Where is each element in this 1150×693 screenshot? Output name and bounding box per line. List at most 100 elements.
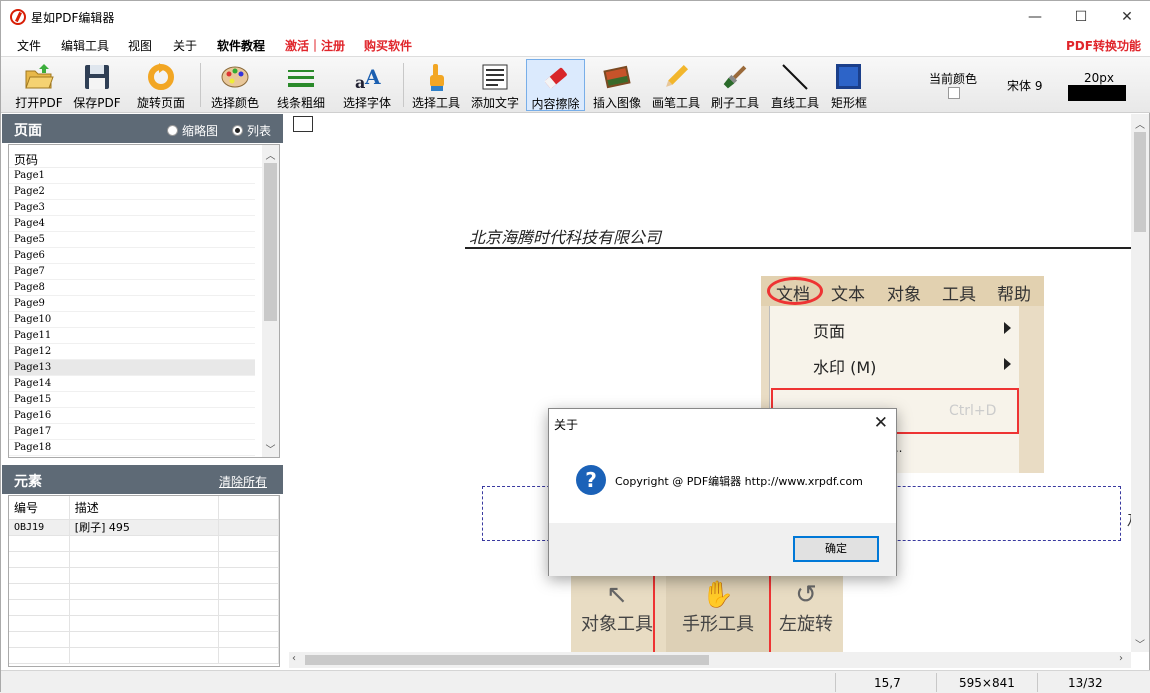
menu-buy[interactable]: 购买软件	[364, 37, 412, 54]
page-list-item[interactable]: Page16	[9, 408, 255, 424]
pointer-hand-icon	[430, 64, 444, 91]
line-width-button[interactable]: 线条粗细	[273, 59, 329, 111]
embedded-tools-screenshot[interactable]: ↖ 对象工具 ✋ 手形工具 ↺ 左旋转	[571, 574, 843, 652]
line-tool-button[interactable]: 直线工具	[768, 59, 822, 111]
shot-menu-help: 帮助	[997, 285, 1031, 305]
page-list-item[interactable]: Page11	[9, 328, 255, 344]
table-cell-empty	[9, 600, 70, 615]
table-row[interactable]: OBJ19 [刷子] 495	[9, 520, 279, 536]
scroll-left-icon[interactable]: ‹	[292, 653, 296, 664]
scroll-right-icon[interactable]: ›	[1119, 653, 1123, 664]
table-cell-empty	[219, 552, 279, 567]
menu-pdf-convert[interactable]: PDF转换功能	[1066, 37, 1141, 54]
element-extra	[219, 520, 279, 535]
scroll-down-icon[interactable]: ﹀	[1135, 636, 1145, 651]
rectangle-tool-label: 矩形框	[830, 96, 867, 110]
shot-item-page: 页面	[813, 322, 846, 341]
page-list-item[interactable]: Page4	[9, 216, 255, 232]
menu-view[interactable]: 视图	[128, 37, 152, 54]
list-radio[interactable]: 列表	[232, 122, 271, 139]
maximize-button[interactable]: ☐	[1058, 1, 1104, 33]
clear-all-link[interactable]: 清除所有	[219, 473, 267, 490]
status-separator	[936, 673, 937, 692]
rectangle-tool-button[interactable]: 矩形框	[827, 59, 871, 111]
current-color-swatch[interactable]	[948, 87, 960, 99]
shot-menu-text: 文本	[831, 285, 865, 305]
column-desc[interactable]: 描述	[70, 496, 220, 519]
page-list-item[interactable]: Page1	[9, 168, 255, 184]
select-font-button[interactable]: aA 选择字体	[339, 59, 395, 111]
page-list-item[interactable]: Page5	[9, 232, 255, 248]
scroll-down-icon[interactable]: ﹀	[262, 441, 279, 457]
radio-checked-icon	[232, 125, 243, 136]
select-tool-button[interactable]: 选择工具	[408, 59, 464, 111]
page-list-item[interactable]: Page7	[9, 264, 255, 280]
shot-hand-tool: ✋ 手形工具	[666, 574, 770, 652]
image-icon	[603, 65, 631, 89]
page-list-item[interactable]: Page6	[9, 248, 255, 264]
question-icon: ?	[576, 465, 606, 495]
insert-image-button[interactable]: 插入图像	[589, 59, 645, 111]
scroll-up-icon[interactable]: ︿	[1135, 116, 1145, 131]
scroll-up-icon[interactable]: ︿	[262, 147, 279, 163]
page-list-item[interactable]: Page14	[9, 376, 255, 392]
erase-content-button[interactable]: 内容擦除	[526, 59, 585, 111]
minimize-button[interactable]: —	[1012, 1, 1058, 33]
save-pdf-button[interactable]: 保存PDF	[71, 59, 123, 111]
close-button[interactable]: ✕	[1104, 1, 1150, 33]
page-list-item[interactable]: Page17	[9, 424, 255, 440]
brush-tool-button[interactable]: 刷子工具	[708, 59, 762, 111]
hand-icon: ✋	[701, 580, 735, 610]
page-list-item[interactable]: Page3	[9, 200, 255, 216]
company-name-text[interactable]: 北京海腾时代科技有限公司	[469, 224, 661, 248]
rotate-left-icon: ↺	[795, 580, 817, 610]
list-radio-label: 列表	[247, 124, 272, 138]
select-color-button[interactable]: 选择颜色	[207, 59, 263, 111]
menu-activate[interactable]: 激活｜注册	[285, 37, 345, 54]
table-cell-empty	[219, 568, 279, 583]
open-pdf-button[interactable]: 打开PDF	[13, 59, 65, 111]
page-list-item[interactable]: Page2	[9, 184, 255, 200]
save-pdf-label: 保存PDF	[73, 96, 121, 110]
menu-file[interactable]: 文件	[17, 37, 41, 54]
pages-column-header: 页码	[9, 145, 279, 168]
shot-item-shortcut: Ctrl+D	[949, 403, 997, 419]
pages-scrollbar[interactable]: ︿ ﹀	[262, 145, 279, 457]
page-list-item[interactable]: Page8	[9, 280, 255, 296]
menu-tutorial[interactable]: 软件教程	[217, 37, 265, 54]
app-logo-icon	[10, 9, 26, 25]
column-id[interactable]: 编号	[9, 496, 70, 519]
text-block-icon	[482, 64, 508, 90]
page-list-item[interactable]: Page18	[9, 440, 255, 456]
scrollbar-thumb[interactable]	[305, 655, 709, 665]
document-horizontal-scrollbar[interactable]: ‹ ›	[289, 652, 1131, 668]
scrollbar-thumb[interactable]	[264, 163, 277, 321]
current-font[interactable]: 宋体 9	[1007, 77, 1042, 94]
thumbnail-radio[interactable]: 缩略图	[167, 122, 218, 139]
dialog-footer: 确定	[549, 523, 896, 576]
window-title: 星如PDF编辑器	[31, 11, 115, 25]
page-list-item[interactable]: Page13	[9, 360, 255, 376]
page-list-item[interactable]: Page12	[9, 344, 255, 360]
table-cell-empty	[9, 616, 70, 631]
add-text-button[interactable]: 添加文字	[468, 59, 522, 111]
scrollbar-thumb[interactable]	[1134, 132, 1146, 232]
document-vertical-scrollbar[interactable]: ︿ ﹀	[1131, 114, 1149, 652]
table-row-empty	[9, 632, 279, 648]
pen-tool-button[interactable]: 画笔工具	[649, 59, 703, 111]
page-list-item[interactable]: Page9	[9, 296, 255, 312]
table-cell-empty	[219, 536, 279, 551]
size-preview[interactable]	[1068, 85, 1126, 101]
table-cell-empty	[219, 600, 279, 615]
current-color-label: 当前颜色	[929, 72, 978, 86]
elements-panel-header: 元素 清除所有	[2, 465, 283, 494]
shot-menu-object: 对象	[887, 285, 921, 305]
dialog-close-icon[interactable]: ✕	[874, 413, 888, 433]
current-size[interactable]: 20px	[1084, 71, 1114, 85]
ok-button[interactable]: 确定	[793, 536, 879, 562]
menu-edit-tools[interactable]: 编辑工具	[61, 37, 109, 54]
rotate-page-button[interactable]: 旋转页面	[130, 59, 192, 111]
page-list-item[interactable]: Page15	[9, 392, 255, 408]
menu-about[interactable]: 关于	[173, 37, 197, 54]
page-list-item[interactable]: Page10	[9, 312, 255, 328]
